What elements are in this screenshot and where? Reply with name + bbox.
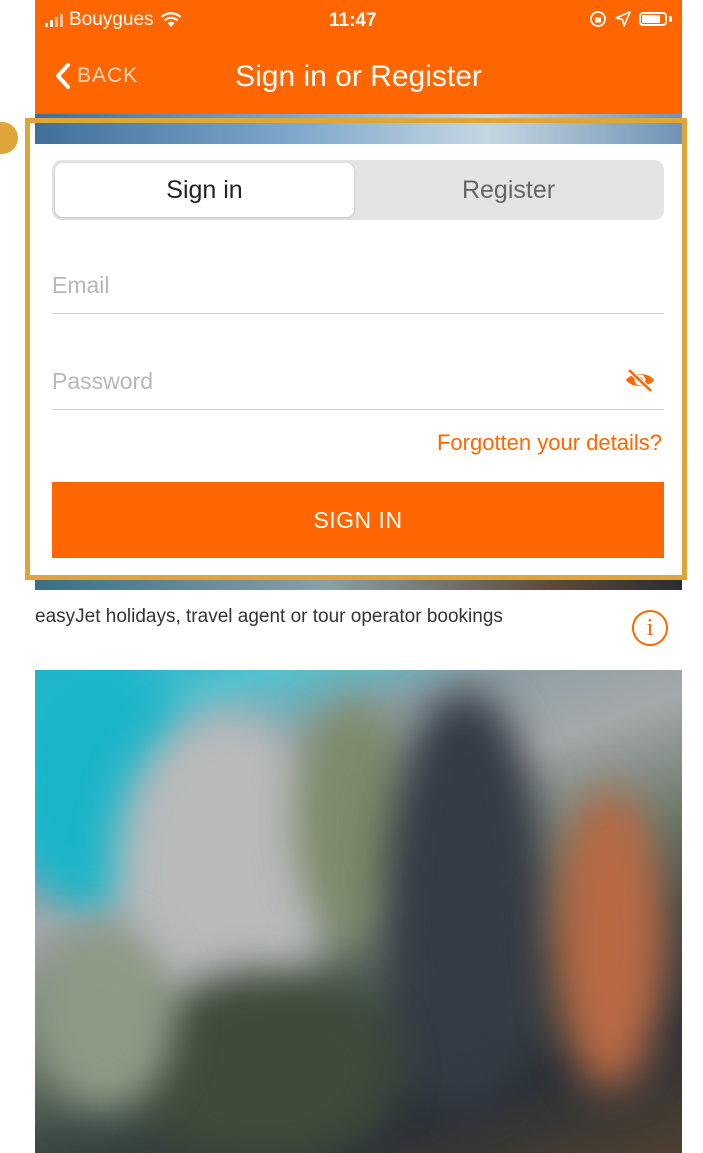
status-time: 11:47 bbox=[329, 10, 377, 31]
status-indicators bbox=[589, 10, 672, 28]
signal-icon bbox=[45, 13, 63, 27]
wifi-icon bbox=[160, 12, 181, 27]
navigation-bar: BACK Sign in or Register bbox=[35, 44, 682, 114]
carrier-group: Bouygues bbox=[45, 9, 182, 31]
carrier-name: Bouygues bbox=[69, 9, 154, 30]
info-row: easyJet holidays, travel agent or tour o… bbox=[35, 590, 682, 670]
background-photo bbox=[35, 670, 682, 1153]
highlight-frame bbox=[25, 118, 687, 580]
info-icon[interactable]: i bbox=[632, 610, 668, 646]
rotation-lock-icon bbox=[590, 11, 606, 27]
battery-tip bbox=[669, 16, 672, 22]
holiday-bookings-text: easyJet holidays, travel agent or tour o… bbox=[35, 606, 503, 627]
status-bar: Bouygues 11:47 bbox=[35, 0, 682, 44]
step-marker bbox=[0, 122, 18, 154]
location-icon bbox=[615, 11, 631, 27]
page-title: Sign in or Register bbox=[235, 60, 482, 93]
battery-icon bbox=[639, 12, 667, 26]
